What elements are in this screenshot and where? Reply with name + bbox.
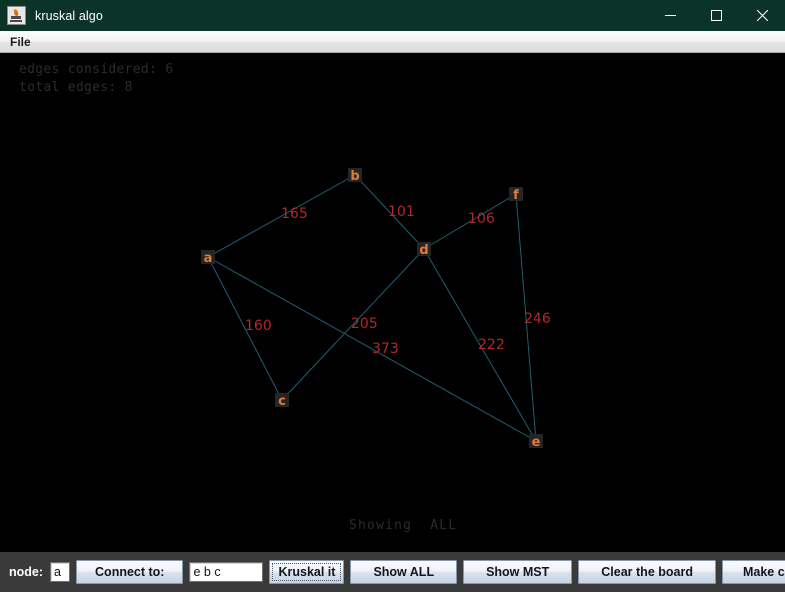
show-all-button[interactable]: Show ALL <box>350 560 458 584</box>
graph-node-label: c <box>278 394 286 409</box>
edge-weight-label: 106 <box>468 211 495 227</box>
maximize-icon[interactable] <box>693 0 739 31</box>
clear-the-board-button[interactable]: Clear the board <box>578 560 716 584</box>
window-controls <box>647 0 785 31</box>
title-bar: kruskal algo <box>0 0 785 31</box>
kruskal-it-button[interactable]: Kruskal it <box>269 560 345 584</box>
edge-weight-label: 205 <box>351 316 378 332</box>
node-input[interactable] <box>50 562 71 582</box>
node-label: node: <box>9 565 44 579</box>
graph-node-label: d <box>419 243 428 258</box>
edge-weight-label: 160 <box>245 318 272 334</box>
graph-node-label: e <box>532 435 541 450</box>
edge-weight-label: 222 <box>478 337 505 353</box>
minimize-icon[interactable] <box>647 0 693 31</box>
menu-item-file[interactable]: File <box>3 33 38 51</box>
application-window: kruskal algo File edges considered: 6 to… <box>0 0 785 592</box>
graph-node-label: b <box>350 169 359 184</box>
edge-weight-label: 246 <box>524 311 551 327</box>
close-icon[interactable] <box>739 0 785 31</box>
graph-drawing: 165 101 106 160 205 373 222 246 a b c d e f <box>201 168 551 450</box>
bottom-toolbar: node: Connect to: Kruskal it Show ALL Sh… <box>0 552 785 592</box>
window-title: kruskal algo <box>35 8 103 23</box>
make-complete-button[interactable]: Make complete <box>721 560 785 584</box>
graph-node-label: f <box>513 188 519 203</box>
menu-bar: File <box>0 31 785 53</box>
connect-to-input[interactable] <box>189 562 264 582</box>
edge-weight-label: 373 <box>372 341 399 357</box>
java-coffee-cup-icon <box>7 6 26 25</box>
show-mst-button[interactable]: Show MST <box>463 560 573 584</box>
graph-node-label: a <box>204 251 213 266</box>
edge-weight-label: 165 <box>281 206 308 222</box>
connect-to-button[interactable]: Connect to: <box>76 560 184 584</box>
edge-weight-label: 101 <box>388 204 415 220</box>
graph-canvas[interactable]: edges considered: 6 total edges: 8 Showi… <box>0 53 785 552</box>
